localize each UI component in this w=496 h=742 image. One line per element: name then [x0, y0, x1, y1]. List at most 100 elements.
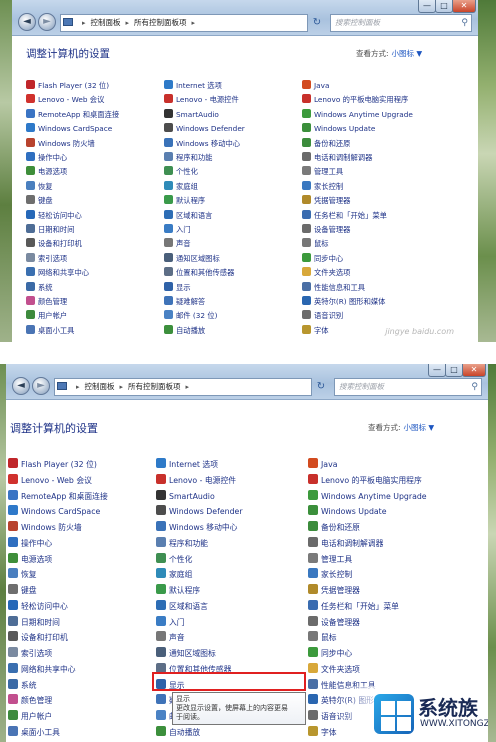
control-panel-item[interactable]: 设备管理器 [308, 615, 360, 630]
control-panel-item[interactable]: 任务栏和「开始」菜单 [308, 599, 399, 614]
control-panel-item[interactable]: 入门 [164, 223, 191, 237]
control-panel-item[interactable]: 凭据管理器 [308, 584, 360, 598]
control-panel-item[interactable]: 操作中心 [26, 151, 67, 165]
control-panel-item[interactable]: 通知区域图标 [156, 647, 216, 661]
control-panel-item[interactable]: 备份和还原 [302, 137, 350, 151]
control-panel-item[interactable]: 个性化 [164, 165, 198, 179]
control-panel-item[interactable]: 键盘 [8, 584, 37, 598]
control-panel-item[interactable]: 性能信息和工具 [302, 281, 365, 295]
control-panel-item[interactable]: Lenovo 的平板电脑实用程序 [302, 93, 408, 107]
control-panel-item[interactable]: 默认程序 [156, 584, 200, 598]
control-panel-item[interactable]: 自动播放 [164, 324, 205, 338]
control-panel-item[interactable]: 语音识别 [302, 309, 343, 323]
control-panel-item[interactable]: 文件夹选项 [308, 662, 360, 677]
control-panel-item[interactable]: 设备和打印机 [8, 631, 68, 645]
control-panel-item[interactable]: 字体 [308, 725, 337, 740]
control-panel-item[interactable]: Flash Player (32 位) [26, 79, 109, 93]
control-panel-item[interactable]: 程序和功能 [164, 151, 212, 165]
control-panel-item[interactable]: 轻松访问中心 [8, 599, 68, 614]
control-panel-item[interactable]: 用户帐户 [26, 309, 67, 323]
control-panel-item[interactable]: 桌面小工具 [26, 324, 74, 338]
control-panel-item[interactable]: 凭据管理器 [302, 194, 350, 208]
control-panel-item[interactable]: 通知区域图标 [164, 252, 220, 266]
control-panel-item[interactable]: 声音 [164, 237, 191, 251]
control-panel-item[interactable]: 桌面小工具 [8, 725, 60, 740]
control-panel-item[interactable]: RemoteApp 和桌面连接 [8, 489, 108, 504]
control-panel-item[interactable]: 颜色管理 [8, 694, 52, 708]
control-panel-item[interactable]: Lenovo - 电源控件 [164, 93, 239, 107]
control-panel-item[interactable]: Windows Defender [156, 505, 243, 519]
control-panel-item[interactable]: 自动播放 [156, 725, 200, 740]
control-panel-item[interactable]: 管理工具 [302, 165, 343, 179]
control-panel-item[interactable]: 网络和共享中心 [8, 662, 76, 677]
control-panel-item[interactable]: Windows 移动中心 [164, 137, 240, 151]
control-panel-item[interactable]: 家长控制 [308, 568, 352, 582]
control-panel-item[interactable]: 日期和时间 [26, 223, 74, 237]
control-panel-item[interactable]: Windows Defender [164, 122, 245, 136]
control-panel-item[interactable]: 索引选项 [8, 647, 52, 661]
control-panel-item[interactable]: Windows Anytime Upgrade [308, 489, 427, 504]
control-panel-item[interactable]: 程序和功能 [156, 536, 208, 551]
control-panel-item[interactable]: Java [308, 458, 337, 472]
control-panel-item[interactable]: 入门 [156, 615, 185, 630]
control-panel-item[interactable]: 声音 [156, 631, 185, 645]
control-panel-item[interactable]: 键盘 [26, 194, 53, 208]
control-panel-item[interactable]: Internet 选项 [156, 458, 218, 472]
control-panel-item[interactable]: 家庭组 [164, 180, 198, 194]
control-panel-item[interactable]: 电源选项 [26, 165, 67, 179]
control-panel-item[interactable]: 同步中心 [308, 647, 352, 661]
control-panel-item[interactable]: 鼠标 [308, 631, 337, 645]
control-panel-item[interactable]: 显示 [164, 281, 191, 295]
control-panel-item[interactable]: 电话和调制解调器 [308, 536, 383, 551]
control-panel-item[interactable]: 文件夹选项 [302, 266, 350, 280]
control-panel-item[interactable]: Internet 选项 [164, 79, 222, 93]
control-panel-item[interactable]: 位置和其他传感器 [164, 266, 234, 280]
control-panel-item[interactable]: 疑难解答 [164, 295, 205, 309]
control-panel-item[interactable]: 颜色管理 [26, 295, 67, 309]
control-panel-item[interactable]: Windows CardSpace [26, 122, 112, 136]
control-panel-item[interactable]: 网络和共享中心 [26, 266, 89, 280]
control-panel-item[interactable]: 同步中心 [302, 252, 343, 266]
control-panel-item[interactable]: 家庭组 [156, 568, 192, 582]
control-panel-item[interactable]: Lenovo - Web 会议 [26, 93, 104, 107]
control-panel-item[interactable]: 邮件 (32 位) [164, 309, 218, 323]
control-panel-item[interactable]: 任务栏和「开始」菜单 [302, 209, 387, 223]
control-panel-item[interactable]: Flash Player (32 位) [8, 458, 97, 472]
control-panel-item[interactable]: Windows 防火墙 [8, 521, 82, 535]
control-panel-item[interactable]: Windows CardSpace [8, 505, 100, 519]
control-panel-item[interactable]: 备份和还原 [308, 521, 360, 535]
control-panel-item[interactable]: 家长控制 [302, 180, 343, 194]
control-panel-item[interactable]: 恢复 [26, 180, 53, 194]
control-panel-item[interactable]: 电源选项 [8, 552, 52, 567]
control-panel-item[interactable]: Windows 移动中心 [156, 521, 237, 535]
control-panel-item[interactable]: 系统 [8, 678, 37, 693]
control-panel-item[interactable]: 轻松访问中心 [26, 209, 82, 223]
control-panel-item[interactable]: Windows Update [308, 505, 387, 519]
control-panel-item[interactable]: RemoteApp 和桌面连接 [26, 108, 119, 122]
control-panel-item[interactable]: 个性化 [156, 552, 192, 567]
control-panel-item[interactable]: 设备管理器 [302, 223, 350, 237]
control-panel-item[interactable]: Java [302, 79, 329, 93]
control-panel-item[interactable]: 索引选项 [26, 252, 67, 266]
control-panel-item[interactable]: 字体 [302, 324, 329, 338]
control-panel-item[interactable]: 操作中心 [8, 536, 52, 551]
control-panel-item[interactable]: Lenovo - Web 会议 [8, 473, 92, 488]
control-panel-item[interactable]: Windows 防火墙 [26, 137, 95, 151]
control-panel-item[interactable]: 管理工具 [308, 552, 352, 567]
control-panel-item[interactable]: 日期和时间 [8, 615, 60, 630]
control-panel-item[interactable]: 用户帐户 [8, 710, 52, 724]
control-panel-item[interactable]: 系统 [26, 281, 53, 295]
control-panel-item[interactable]: Windows Update [302, 122, 375, 136]
control-panel-item[interactable]: 电话和调制解调器 [302, 151, 372, 165]
control-panel-item[interactable]: 区域和语言 [156, 599, 208, 614]
control-panel-item[interactable]: 英特尔(R) 图形和媒体 [302, 295, 385, 309]
control-panel-item[interactable]: 鼠标 [302, 237, 329, 251]
control-panel-item[interactable]: 恢复 [8, 568, 37, 582]
control-panel-item[interactable]: SmartAudio [164, 108, 219, 122]
control-panel-item[interactable]: SmartAudio [156, 489, 215, 504]
control-panel-item[interactable]: Lenovo - 电源控件 [156, 473, 236, 488]
control-panel-item[interactable]: Lenovo 的平板电脑实用程序 [308, 473, 422, 488]
control-panel-item[interactable]: Windows Anytime Upgrade [302, 108, 413, 122]
control-panel-item[interactable]: 区域和语言 [164, 209, 212, 223]
control-panel-item[interactable]: 设备和打印机 [26, 237, 82, 251]
